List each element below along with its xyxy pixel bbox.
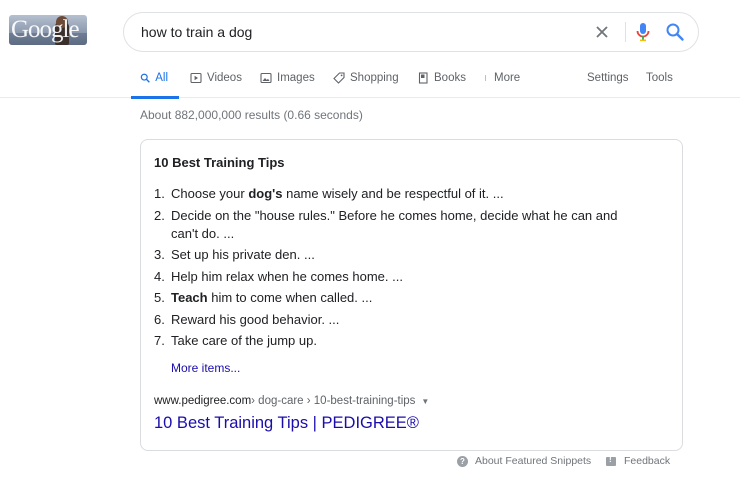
play-icon xyxy=(190,72,202,84)
more-items-link[interactable]: More items... xyxy=(171,361,240,375)
help-icon: ? xyxy=(457,455,468,467)
tag-icon xyxy=(333,72,345,84)
tab-images[interactable]: Images xyxy=(260,66,315,98)
text-segment: Take care of the jump up. xyxy=(171,333,317,348)
list-item-number: 5. xyxy=(154,290,165,305)
search-box[interactable]: how to train a dog xyxy=(123,12,699,52)
google-doodle-logo[interactable]: Google xyxy=(9,15,87,45)
snippet-list-item: 7. Take care of the jump up. xyxy=(154,332,644,350)
tab-books[interactable]: Books xyxy=(417,66,466,98)
tab-more[interactable]: More xyxy=(484,66,520,98)
search-input[interactable]: how to train a dog xyxy=(141,13,252,51)
tab-label: Shopping xyxy=(350,72,399,84)
list-item-text: Take care of the jump up. xyxy=(171,332,644,350)
logo-text: Google xyxy=(11,16,80,43)
text-segment: Help him relax when he comes home. ... xyxy=(171,268,403,284)
list-item-number: 6. xyxy=(154,311,165,327)
tab-label: Books xyxy=(434,72,466,84)
snippet-list-item: 3. Set up his private den. ... xyxy=(154,246,644,264)
text-segment: him to come when called. ... xyxy=(207,290,373,305)
snippet-list-item: 5. Teach him to come when called. ... xyxy=(154,289,644,307)
result-stats: About 882,000,000 results (0.66 seconds) xyxy=(140,108,363,122)
search-box-divider xyxy=(625,22,626,42)
feedback-icon xyxy=(606,455,616,466)
highlighted-term: Teach xyxy=(171,290,208,305)
search-icon[interactable] xyxy=(664,21,686,43)
cite-path: › dog-care › 10-best-training-tips xyxy=(251,395,416,407)
feedback-link[interactable]: Feedback xyxy=(606,455,670,467)
featured-snippet-card: 10 Best Training Tips 1. Choose your dog'… xyxy=(140,139,683,451)
text-segment: Set up his private den. ... xyxy=(171,247,315,262)
snippet-list: 1. Choose your dog's name wisely and be r… xyxy=(154,185,644,354)
result-citation: www.pedigree.com › dog-care › 10-best-tr… xyxy=(154,395,429,407)
list-item-number: 7. xyxy=(154,333,165,348)
list-item-text: Reward his good behavior. ... xyxy=(171,311,644,329)
tab-label: Videos xyxy=(207,72,242,84)
text-segment: Reward his good behavior. ... xyxy=(171,311,340,327)
more-vertical-icon xyxy=(484,75,487,81)
list-item-text: Decide on the "house rules." Before he c… xyxy=(171,207,644,243)
highlighted-term: dog's xyxy=(248,186,283,201)
result-title-link[interactable]: 10 Best Training Tips | PEDIGREE® xyxy=(154,414,419,433)
tab-videos[interactable]: Videos xyxy=(190,66,242,98)
search-icon xyxy=(140,73,150,83)
list-item-number: 1. xyxy=(154,186,165,201)
snippet-list-item: 4. Help him relax when he comes home. ... xyxy=(154,268,644,286)
tools-label: Tools xyxy=(646,72,673,84)
about-featured-snippets[interactable]: ? About Featured Snippets xyxy=(457,455,591,467)
tools-link[interactable]: Tools xyxy=(646,66,673,98)
tab-shopping[interactable]: Shopping xyxy=(333,66,399,98)
list-item-number: 2. xyxy=(154,207,165,223)
text-segment: name wisely and be respectful of it. ... xyxy=(282,186,504,201)
snippet-list-item: 1. Choose your dog's name wisely and be r… xyxy=(154,185,644,203)
caret-down-icon[interactable]: ▼ xyxy=(421,397,429,406)
tab-label: More xyxy=(494,72,521,84)
list-item-text: Choose your dog's name wisely and be res… xyxy=(171,185,644,203)
about-featured-snippets-label: About Featured Snippets xyxy=(475,455,592,467)
snippet-list-item: 6. Reward his good behavior. ... xyxy=(154,311,644,329)
text-segment: Decide on the "house rules." Before he c… xyxy=(171,207,618,241)
text-segment: Choose your xyxy=(171,186,249,201)
search-tabs: All Videos Images Shopping Books More Se… xyxy=(0,66,740,99)
list-item-number: 4. xyxy=(154,268,165,284)
cite-domain: www.pedigree.com xyxy=(154,395,252,407)
snippet-list-item: 2. Decide on the "house rules." Before he… xyxy=(154,207,644,243)
list-item-number: 3. xyxy=(154,247,165,262)
tab-all[interactable]: All xyxy=(131,66,179,99)
feedback-label: Feedback xyxy=(624,455,671,467)
image-icon xyxy=(260,72,272,84)
snippet-title: 10 Best Training Tips xyxy=(154,155,285,170)
settings-link[interactable]: Settings xyxy=(587,66,629,98)
list-item-text: Set up his private den. ... xyxy=(171,246,644,264)
list-item-text: Help him relax when he comes home. ... xyxy=(171,268,644,286)
microphone-icon[interactable] xyxy=(633,21,653,43)
book-icon xyxy=(418,72,428,84)
tab-label: Images xyxy=(277,72,315,84)
list-item-text: Teach him to come when called. ... xyxy=(171,289,644,307)
settings-label: Settings xyxy=(587,72,629,84)
clear-icon[interactable] xyxy=(592,22,612,42)
tab-label: All xyxy=(155,72,168,84)
